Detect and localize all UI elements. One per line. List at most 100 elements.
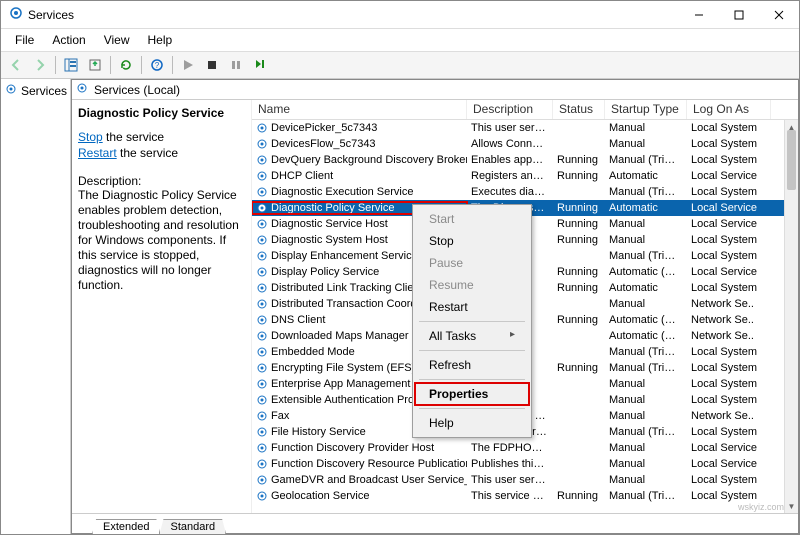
service-row[interactable]: DevicesFlow_5c7343Allows Connect..Manual…: [252, 136, 798, 152]
tab-extended[interactable]: Extended: [92, 519, 160, 534]
service-startup-type: Manual: [605, 458, 687, 470]
service-rows[interactable]: DevicePicker_5c7343This user servic..Man…: [252, 120, 798, 513]
menu-view[interactable]: View: [96, 31, 138, 49]
stop-service-button[interactable]: [201, 54, 223, 76]
service-logon: Local Service: [687, 442, 771, 454]
service-logon: Network Se..: [687, 298, 771, 310]
gear-icon: [256, 458, 268, 470]
col-name[interactable]: Name: [252, 100, 467, 119]
scroll-thumb[interactable]: [787, 130, 796, 190]
service-row[interactable]: Function Discovery Resource PublicationP…: [252, 456, 798, 472]
service-startup-type: Automatic: [605, 202, 687, 214]
ctx-help[interactable]: Help: [415, 412, 529, 434]
service-name: Display Policy Service: [271, 266, 379, 278]
ctx-sep: [419, 350, 525, 351]
ctx-restart[interactable]: Restart: [415, 296, 529, 318]
col-description[interactable]: Description: [467, 100, 553, 119]
service-name: DevicePicker_5c7343: [271, 122, 377, 134]
service-status: Running: [553, 202, 605, 214]
ctx-refresh[interactable]: Refresh: [415, 354, 529, 376]
service-startup-type: Manual: [605, 394, 687, 406]
service-row[interactable]: Function Discovery Provider HostThe FDPH…: [252, 440, 798, 456]
ctx-start[interactable]: Start: [415, 208, 529, 230]
menu-action[interactable]: Action: [44, 31, 93, 49]
view-tabs: Extended Standard: [72, 513, 798, 533]
col-startup-type[interactable]: Startup Type: [605, 100, 687, 119]
restart-line: Restart the service: [78, 146, 243, 160]
service-name: Fax: [271, 410, 289, 422]
ctx-all-tasks[interactable]: All Tasks: [415, 325, 529, 347]
service-startup-type: Manual (Trigg..: [605, 154, 687, 166]
scroll-down-arrow[interactable]: ▼: [785, 499, 798, 513]
service-row[interactable]: Diagnostic Execution ServiceExecutes dia…: [252, 184, 798, 200]
svg-text:?: ?: [155, 61, 160, 70]
ctx-sep: [419, 321, 525, 322]
service-row[interactable]: GameDVR and Broadcast User Service_5c73.…: [252, 472, 798, 488]
gear-icon: [256, 154, 268, 166]
nav-root[interactable]: Services (Local: [1, 81, 70, 100]
service-startup-type: Manual: [605, 410, 687, 422]
service-logon: Local System: [687, 154, 771, 166]
gear-icon: [256, 442, 268, 454]
ctx-sep: [419, 408, 525, 409]
service-row[interactable]: DHCP ClientRegisters and u..RunningAutom…: [252, 168, 798, 184]
tab-standard[interactable]: Standard: [159, 519, 226, 534]
service-name: DevicesFlow_5c7343: [271, 138, 376, 150]
close-button[interactable]: [759, 1, 799, 29]
body-split: Services (Local Services (Local) Diagnos…: [1, 79, 799, 534]
gear-icon: [256, 298, 268, 310]
service-name: Diagnostic Policy Service: [271, 202, 395, 214]
restart-service-link[interactable]: Restart: [78, 146, 117, 160]
help-button[interactable]: ?: [146, 54, 168, 76]
service-logon: Local System: [687, 122, 771, 134]
service-logon: Local Service: [687, 218, 771, 230]
service-logon: Network Se..: [687, 330, 771, 342]
col-logon-as[interactable]: Log On As: [687, 100, 771, 119]
nav-tree[interactable]: Services (Local: [1, 79, 71, 534]
service-row[interactable]: DevQuery Background Discovery BrokerEnab…: [252, 152, 798, 168]
service-row[interactable]: DevicePicker_5c7343This user servic..Man…: [252, 120, 798, 136]
ctx-stop[interactable]: Stop: [415, 230, 529, 252]
service-status: Running: [553, 170, 605, 182]
service-description: Enables apps to..: [467, 154, 553, 166]
service-row[interactable]: Geolocation ServiceThis service mo..Runn…: [252, 488, 798, 504]
forward-button[interactable]: [29, 54, 51, 76]
menu-file[interactable]: File: [7, 31, 42, 49]
show-hide-tree-button[interactable]: [60, 54, 82, 76]
restart-service-button[interactable]: [249, 54, 271, 76]
back-button[interactable]: [5, 54, 27, 76]
service-startup-type: Manual: [605, 122, 687, 134]
service-logon: Local Service: [687, 458, 771, 470]
stop-service-link[interactable]: Stop: [78, 130, 103, 144]
gear-icon: [256, 474, 268, 486]
ctx-resume[interactable]: Resume: [415, 274, 529, 296]
start-service-button[interactable]: [177, 54, 199, 76]
toolbar-sep: [172, 56, 173, 74]
service-logon: Local System: [687, 346, 771, 358]
service-logon: Local System: [687, 490, 771, 502]
service-name: Encrypting File System (EFS): [271, 362, 415, 374]
vertical-scrollbar[interactable]: ▲ ▼: [784, 120, 798, 513]
export-list-button[interactable]: [84, 54, 106, 76]
gear-icon: [256, 266, 268, 278]
service-logon: Local Service: [687, 266, 771, 278]
service-logon: Local System: [687, 426, 771, 438]
ctx-pause[interactable]: Pause: [415, 252, 529, 274]
maximize-button[interactable]: [719, 1, 759, 29]
ctx-properties[interactable]: Properties: [415, 383, 529, 405]
description-label: Description:: [78, 174, 243, 188]
menu-help[interactable]: Help: [140, 31, 181, 49]
service-description: The FDPHOST s..: [467, 442, 553, 454]
service-description: Allows Connect..: [467, 138, 553, 150]
gear-icon: [256, 490, 268, 502]
list-pane-header: Services (Local): [72, 80, 798, 100]
gear-icon: [256, 282, 268, 294]
service-name: Diagnostic Service Host: [271, 218, 388, 230]
service-name: Extensible Authentication Prot..: [271, 394, 423, 406]
col-status[interactable]: Status: [553, 100, 605, 119]
minimize-button[interactable]: [679, 1, 719, 29]
toolbar-sep: [141, 56, 142, 74]
refresh-button[interactable]: [115, 54, 137, 76]
services-window: Services File Action View Help ? Service…: [0, 0, 800, 535]
pause-service-button[interactable]: [225, 54, 247, 76]
